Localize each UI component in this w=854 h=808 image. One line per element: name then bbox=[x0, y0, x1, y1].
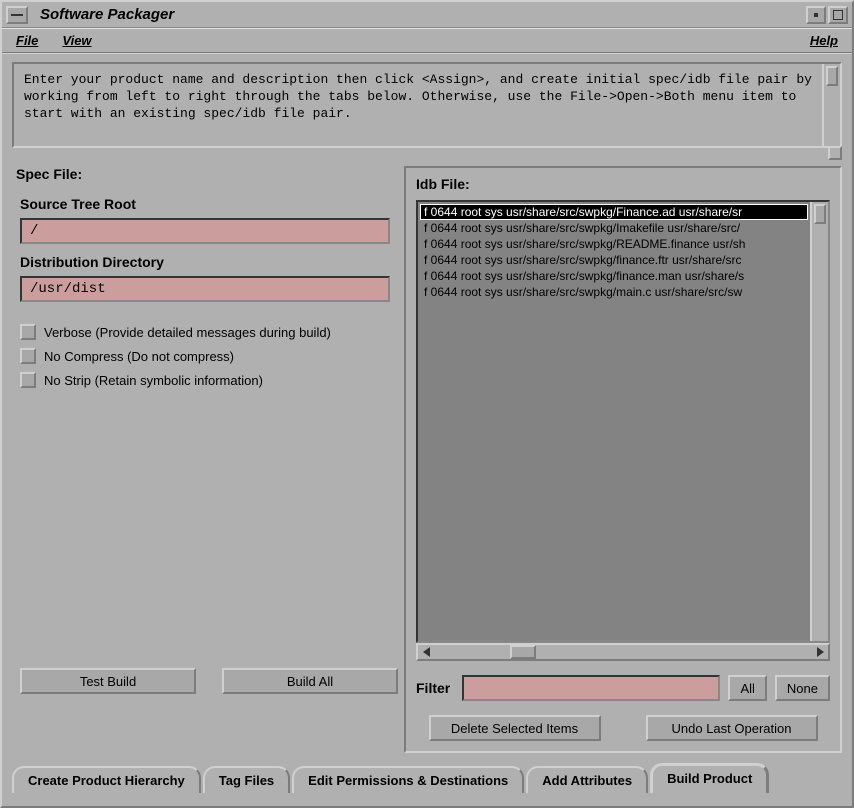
menu-file[interactable]: File bbox=[16, 33, 38, 48]
tab-edit-permissions-destinations[interactable]: Edit Permissions & Destinations bbox=[292, 766, 524, 793]
no-compress-checkbox[interactable] bbox=[20, 348, 36, 364]
no-compress-label: No Compress (Do not compress) bbox=[44, 349, 234, 364]
undo-last-button[interactable]: Undo Last Operation bbox=[646, 715, 818, 741]
no-strip-checkbox[interactable] bbox=[20, 372, 36, 388]
idb-file-label: Idb File: bbox=[416, 176, 830, 192]
list-item[interactable]: f 0644 root sys usr/share/src/swpkg/Imak… bbox=[420, 220, 808, 236]
menu-help[interactable]: Help bbox=[810, 33, 838, 48]
list-item[interactable]: f 0644 root sys usr/share/src/swpkg/fina… bbox=[420, 252, 808, 268]
idb-horizontal-scrollbar[interactable] bbox=[416, 643, 830, 661]
window-menu-icon[interactable] bbox=[6, 6, 28, 24]
list-item[interactable]: f 0644 root sys usr/share/src/swpkg/main… bbox=[420, 284, 808, 300]
info-scrollbar[interactable] bbox=[822, 64, 840, 146]
maximize-icon[interactable] bbox=[828, 6, 848, 24]
idb-file-list[interactable]: f 0644 root sys usr/share/src/swpkg/Fina… bbox=[418, 202, 810, 641]
source-tree-root-input[interactable] bbox=[20, 218, 390, 244]
window-title: Software Packager bbox=[40, 6, 804, 23]
resize-handle-icon[interactable] bbox=[828, 146, 842, 160]
filter-none-button[interactable]: None bbox=[775, 675, 830, 701]
distribution-directory-input[interactable] bbox=[20, 276, 390, 302]
tab-build-product[interactable]: Build Product bbox=[650, 763, 769, 793]
source-tree-root-label: Source Tree Root bbox=[20, 196, 400, 212]
menu-view[interactable]: View bbox=[62, 33, 91, 48]
info-text: Enter your product name and description … bbox=[14, 64, 822, 146]
verbose-label: Verbose (Provide detailed messages durin… bbox=[44, 325, 331, 340]
filter-input[interactable] bbox=[462, 675, 720, 701]
delete-selected-button[interactable]: Delete Selected Items bbox=[429, 715, 601, 741]
build-all-button[interactable]: Build All bbox=[222, 668, 398, 694]
distribution-directory-label: Distribution Directory bbox=[20, 254, 400, 270]
test-build-button[interactable]: Test Build bbox=[20, 668, 196, 694]
idb-vertical-scrollbar[interactable] bbox=[810, 202, 828, 641]
arrow-right-icon[interactable] bbox=[812, 645, 828, 659]
no-strip-label: No Strip (Retain symbolic information) bbox=[44, 373, 263, 388]
list-item[interactable]: f 0644 root sys usr/share/src/swpkg/Fina… bbox=[420, 204, 808, 220]
info-panel: Enter your product name and description … bbox=[12, 62, 842, 148]
tab-tag-files[interactable]: Tag Files bbox=[203, 766, 290, 793]
minimize-icon[interactable] bbox=[806, 6, 826, 24]
filter-label: Filter bbox=[416, 680, 450, 696]
verbose-checkbox[interactable] bbox=[20, 324, 36, 340]
tab-add-attributes[interactable]: Add Attributes bbox=[526, 766, 648, 793]
spec-file-label: Spec File: bbox=[16, 166, 400, 182]
filter-all-button[interactable]: All bbox=[728, 675, 766, 701]
list-item[interactable]: f 0644 root sys usr/share/src/swpkg/READ… bbox=[420, 236, 808, 252]
list-item[interactable]: f 0644 root sys usr/share/src/swpkg/fina… bbox=[420, 268, 808, 284]
arrow-left-icon[interactable] bbox=[418, 645, 434, 659]
tab-create-product-hierarchy[interactable]: Create Product Hierarchy bbox=[12, 766, 201, 793]
